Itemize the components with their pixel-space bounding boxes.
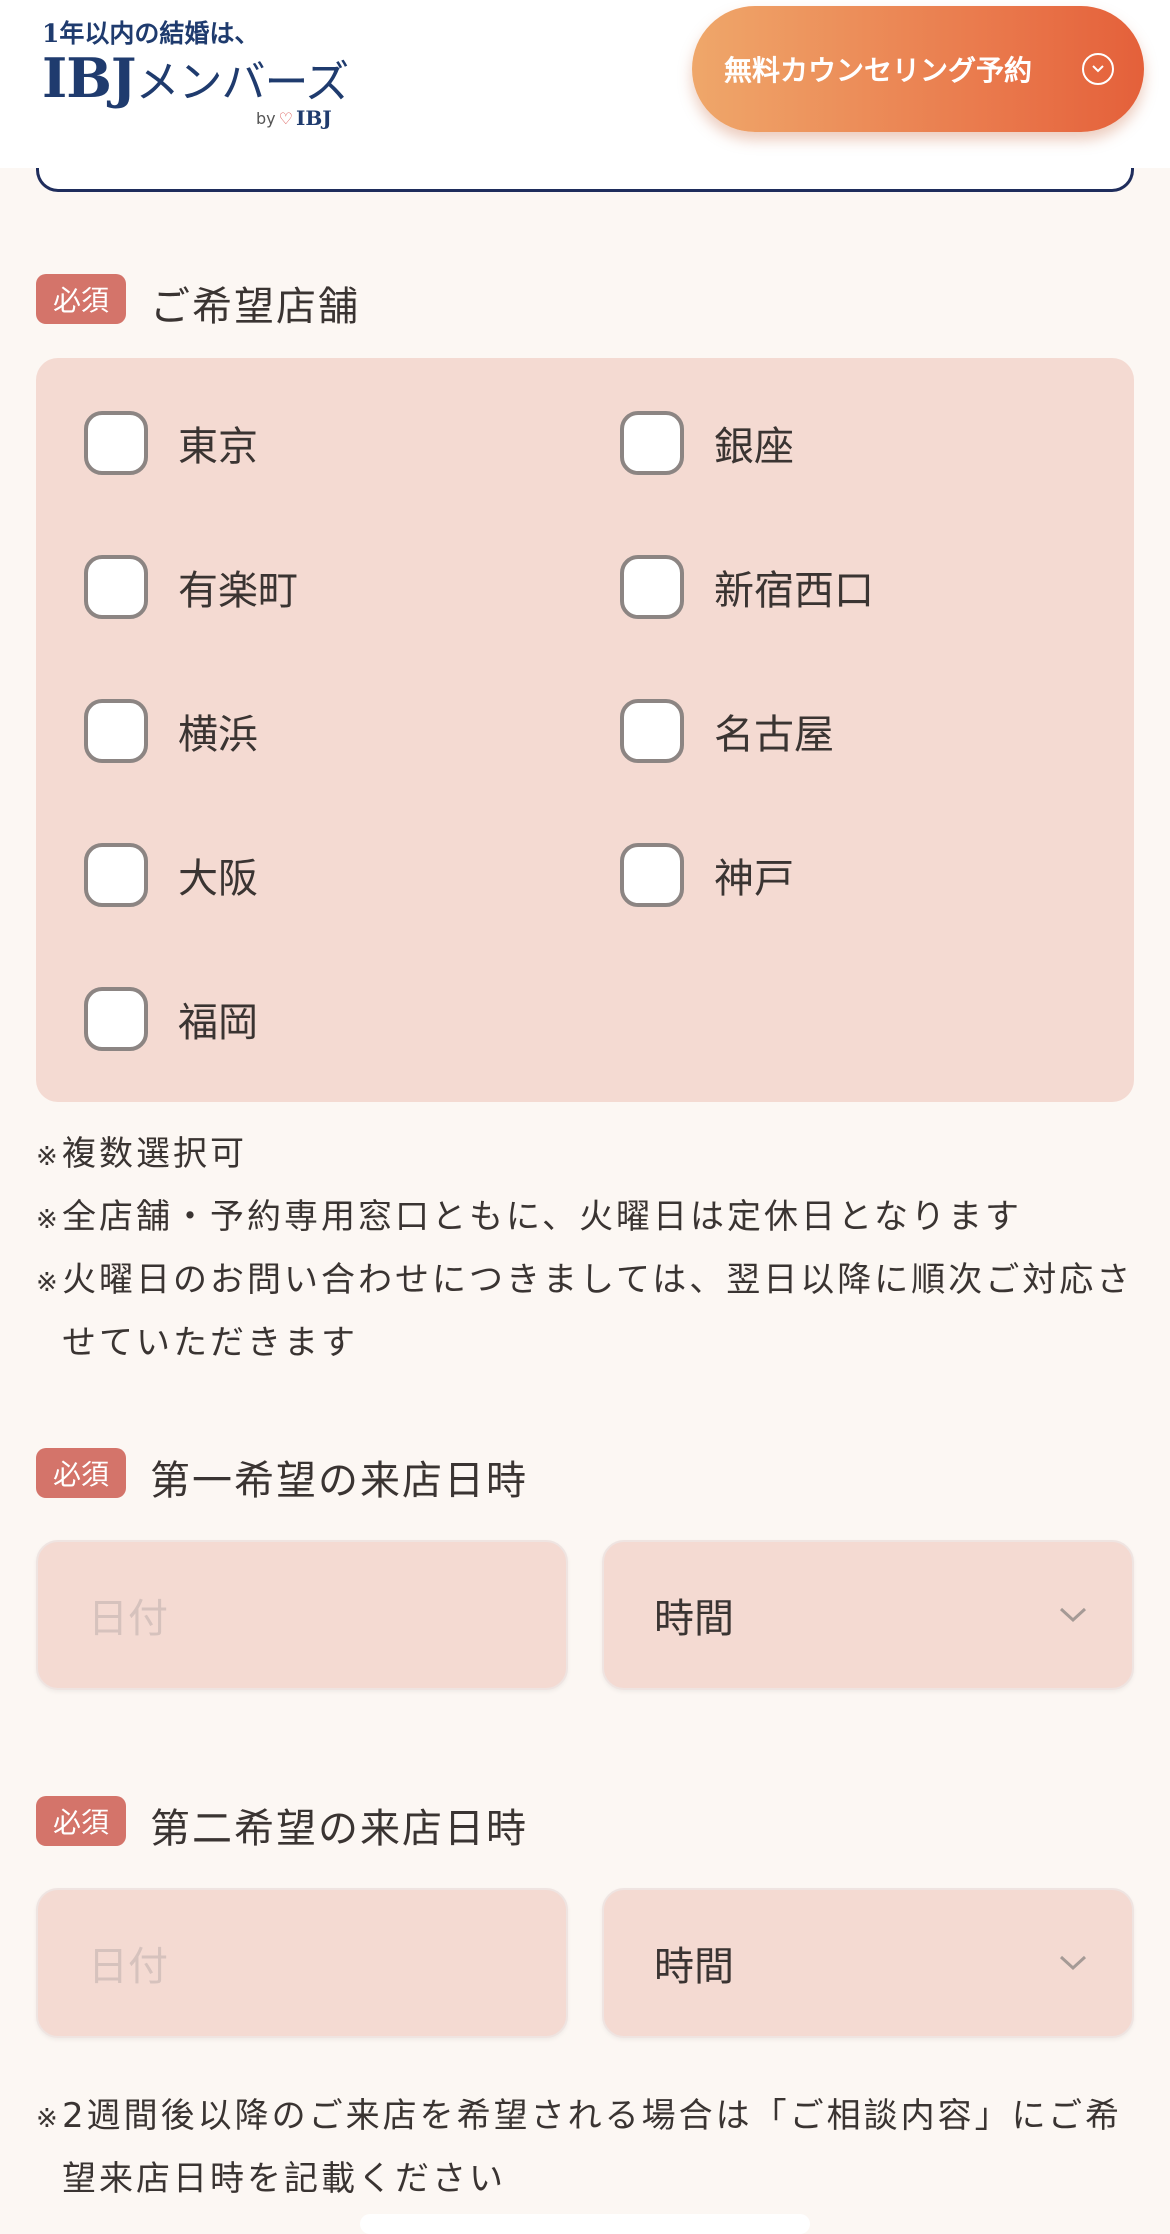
note-tuesday-inquiries: ※火曜日のお問い合わせにつきましては、翌日以降に順次ご対応させていただきます [36, 1260, 1134, 1363]
store-option-yurakucho[interactable]: 有楽町 [84, 550, 298, 624]
store-label: 福岡 [178, 1000, 258, 1046]
free-counseling-booking-button[interactable]: 無料カウンセリング予約 [692, 6, 1144, 132]
store-label: 横浜 [178, 712, 258, 758]
checkbox[interactable] [84, 555, 148, 619]
chevron-down-icon [1059, 1955, 1087, 1971]
checkbox[interactable] [620, 699, 684, 763]
date-placeholder: 日付 [88, 1944, 168, 1990]
home-indicator [360, 2214, 810, 2234]
cta-label: 無料カウンセリング予約 [724, 54, 1033, 87]
second-choice-date-input[interactable]: 日付 [36, 1888, 568, 2038]
checkbox[interactable] [620, 555, 684, 619]
checkbox[interactable] [620, 843, 684, 907]
ibj-members-logo[interactable]: 1年以内の結婚は、 IBJメンバーズ by ♡ IBJ [42, 14, 349, 134]
heart-icon: ♡ [278, 108, 293, 128]
store-option-kobe[interactable]: 神戸 [620, 838, 794, 912]
store-section-title: ご希望店舗 [150, 284, 360, 330]
date-placeholder: 日付 [88, 1596, 168, 1642]
note-multiple-selection: ※複数選択可 [36, 1134, 247, 1174]
second-choice-title: 第二希望の来店日時 [150, 1806, 528, 1852]
store-label: 銀座 [714, 424, 794, 470]
second-choice-time-select[interactable]: 時間 [602, 1888, 1134, 2038]
date-notes: ※2週間後以降のご来店を希望される場合は「ご相談内容」にご希望来店日時を記載くだ… [36, 2086, 1136, 2209]
time-value: 時間 [654, 1944, 734, 1990]
store-option-nagoya[interactable]: 名古屋 [620, 694, 834, 768]
logo-wordmark: IBJメンバーズ [42, 46, 349, 110]
store-notes: ※複数選択可 ※全店舗・予約専用窓口ともに、火曜日は定休日となります ※火曜日の… [36, 1124, 1136, 1373]
first-choice-date-input[interactable]: 日付 [36, 1540, 568, 1690]
store-label: 有楽町 [178, 568, 298, 614]
store-option-fukuoka[interactable]: 福岡 [84, 982, 258, 1056]
store-option-yokohama[interactable]: 横浜 [84, 694, 258, 768]
store-label: 新宿西口 [714, 568, 874, 614]
logo-tagline: 1年以内の結婚は、 [42, 19, 260, 48]
note-closed-tuesday: ※全店舗・予約専用窓口ともに、火曜日は定休日となります [36, 1197, 1022, 1237]
store-option-osaka[interactable]: 大阪 [84, 838, 258, 912]
note-two-weeks-later: ※2週間後以降のご来店を希望される場合は「ご相談内容」にご希望来店日時を記載くだ… [36, 2096, 1122, 2199]
store-label: 東京 [178, 424, 258, 470]
checkbox[interactable] [620, 411, 684, 475]
required-badge: 必須 [36, 1448, 126, 1498]
checkbox[interactable] [84, 411, 148, 475]
logo-brand: IBJ [42, 46, 136, 110]
store-label: 大阪 [178, 856, 258, 902]
required-badge: 必須 [36, 1796, 126, 1846]
store-label: 神戸 [714, 856, 794, 902]
required-badge: 必須 [36, 274, 126, 324]
logo-by-ibj: by ♡ IBJ [256, 106, 332, 130]
logo-by-brand: IBJ [295, 106, 332, 130]
store-label: 名古屋 [714, 712, 834, 758]
first-choice-title: 第一希望の来店日時 [150, 1458, 528, 1504]
logo-members: メンバーズ [135, 57, 349, 108]
store-checkbox-group: 東京 銀座 有楽町 新宿西口 横浜 名古屋 大阪 神戸 福岡 [36, 358, 1134, 1102]
checkbox[interactable] [84, 843, 148, 907]
logo-by-text: by [256, 108, 276, 128]
store-option-ginza[interactable]: 銀座 [620, 406, 794, 480]
time-value: 時間 [654, 1596, 734, 1642]
chevron-circle-down-icon [1082, 53, 1114, 85]
store-option-shinjuku-nishiguchi[interactable]: 新宿西口 [620, 550, 874, 624]
checkbox[interactable] [84, 987, 148, 1051]
store-option-tokyo[interactable]: 東京 [84, 406, 258, 480]
site-header: 1年以内の結婚は、 IBJメンバーズ by ♡ IBJ 無料カウンセリング予約 [0, 0, 1170, 168]
checkbox[interactable] [84, 699, 148, 763]
first-choice-time-select[interactable]: 時間 [602, 1540, 1134, 1690]
chevron-down-icon [1059, 1607, 1087, 1623]
